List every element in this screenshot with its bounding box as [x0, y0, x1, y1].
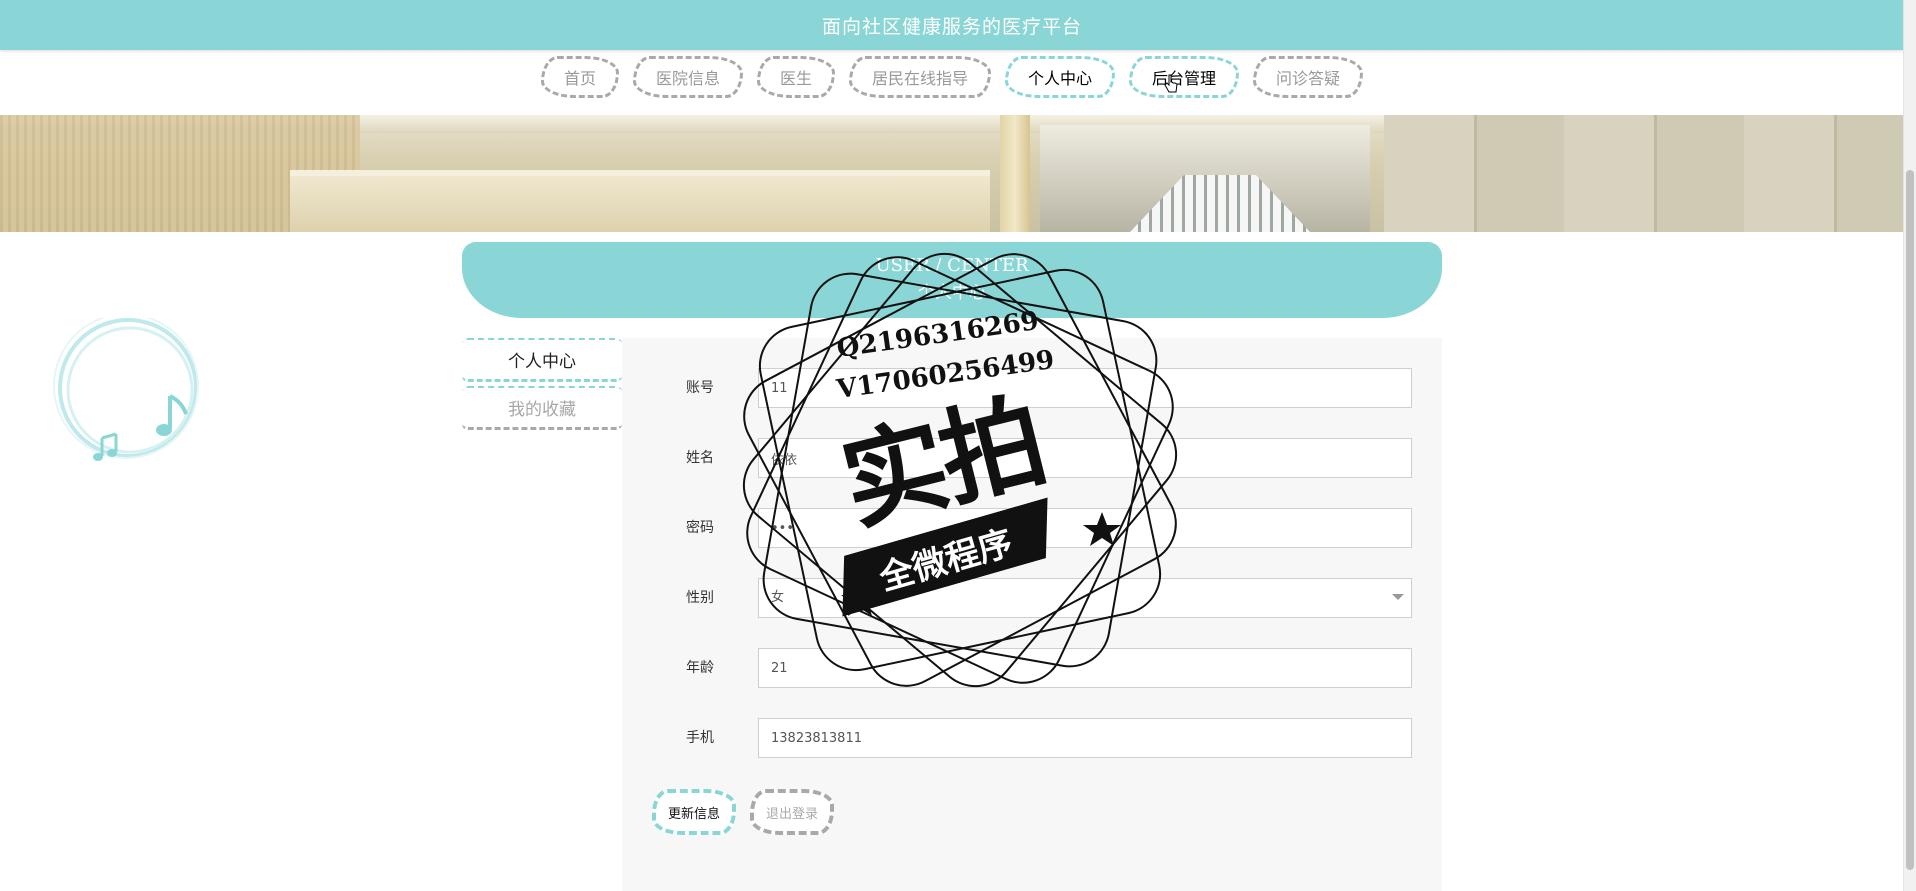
- section-header: USER / CENTER 个人中心: [462, 242, 1442, 318]
- site-title: 面向社区健康服务的医疗平台: [821, 15, 1082, 38]
- age-input[interactable]: [758, 648, 1412, 688]
- top-bar: 面向社区健康服务的医疗平台: [0, 0, 1904, 50]
- password-input[interactable]: [758, 508, 1412, 548]
- name-input[interactable]: [758, 438, 1412, 478]
- phone-label: 手机: [686, 730, 714, 746]
- profile-form: 账号 姓名 密码 性别 女 年龄 手机 更新信息 退出登录: [622, 338, 1442, 891]
- form-row-phone: 手机: [622, 718, 1442, 758]
- age-label: 年龄: [686, 660, 714, 676]
- form-row-gender: 性别 女: [622, 578, 1442, 618]
- side-item-user-center[interactable]: 个人中心: [462, 338, 622, 382]
- logout-button[interactable]: 退出登录: [750, 789, 835, 835]
- section-title-cn: 个人中心: [918, 283, 986, 303]
- nav-item-resident-guidance[interactable]: 居民在线指导: [848, 56, 991, 98]
- nav-item-hospital-info[interactable]: 医院信息: [632, 56, 743, 98]
- password-label: 密码: [686, 520, 714, 536]
- hand-cursor-icon: [1164, 74, 1178, 93]
- account-label: 账号: [686, 380, 714, 396]
- nav-item-admin[interactable]: 后台管理: [1129, 56, 1240, 98]
- side-item-favorites[interactable]: 我的收藏: [462, 386, 622, 430]
- nav-item-doctors[interactable]: 医生: [756, 56, 835, 98]
- nav-item-home[interactable]: 首页: [540, 56, 619, 98]
- gender-select[interactable]: 女: [758, 578, 1412, 618]
- nav-item-consultation[interactable]: 问诊答疑: [1253, 56, 1364, 98]
- form-row-name: 姓名: [622, 438, 1442, 478]
- gender-value: 女: [771, 590, 785, 605]
- page: 面向社区健康服务的医疗平台 首页 医院信息 医生 居民在线指导 个人中心 后台管…: [0, 0, 1916, 891]
- side-menu: 个人中心 我的收藏: [462, 338, 622, 434]
- form-row-age: 年龄: [622, 648, 1442, 688]
- gender-label: 性别: [686, 590, 714, 606]
- main-nav: 首页 医院信息 医生 居民在线指导 个人中心 后台管理 问诊答疑: [0, 56, 1904, 106]
- banner-image: [0, 115, 1904, 232]
- page-scrollbar[interactable]: [1903, 0, 1916, 891]
- form-row-password: 密码: [622, 508, 1442, 548]
- music-note-icon: [53, 318, 199, 461]
- section-title-en: USER / CENTER: [875, 255, 1029, 276]
- update-info-button[interactable]: 更新信息: [652, 789, 737, 835]
- scroll-thumb[interactable]: [1906, 170, 1914, 870]
- phone-input[interactable]: [758, 718, 1412, 758]
- chevron-down-icon: [1392, 594, 1404, 600]
- form-row-account: 账号: [622, 368, 1442, 408]
- account-input[interactable]: [758, 368, 1412, 408]
- nav-item-user-center[interactable]: 个人中心: [1005, 56, 1116, 98]
- name-label: 姓名: [686, 450, 714, 466]
